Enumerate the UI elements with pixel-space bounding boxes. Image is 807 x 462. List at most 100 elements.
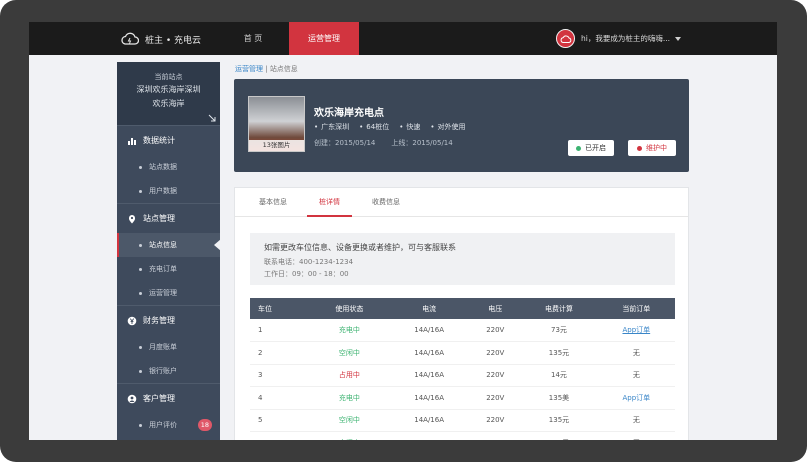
button-label: 已开启 (585, 144, 606, 152)
notice-hours: 工作日：09：00 - 18：00 (264, 270, 349, 278)
cell-order: 无 (632, 371, 640, 380)
station-title: 欢乐海岸充电点 (314, 108, 384, 119)
sidebar-item-label: 用户评价 (149, 421, 177, 429)
cell-voltage: 220V (486, 326, 505, 334)
cell-order: 无 (598, 432, 675, 440)
sidebar-section-station[interactable]: 站点管理 (117, 203, 220, 233)
chevron-down-icon (675, 36, 681, 41)
yen-coin-icon (127, 316, 137, 325)
cell-fee: 135美 (548, 393, 570, 402)
sidebar-section-stats[interactable]: 数据统计 (117, 125, 220, 155)
notice-title: 如需更改车位信息、设备更换或者维护，可与客服联系 (264, 243, 456, 252)
brand-name: 桩主 • 充电云 (145, 35, 202, 46)
sidebar-item-user-reviews[interactable]: 用户评价 18 (117, 413, 220, 437)
cell-order: 无 (632, 348, 640, 357)
sidebar-item-bank-account[interactable]: 银行账户 (117, 359, 220, 383)
cell-status: 占用中 (338, 371, 360, 380)
cell-fee: 73元 (551, 326, 567, 334)
sidebar-item-user-data[interactable]: 用户数据 (117, 179, 220, 203)
status-dot-icon (637, 145, 642, 151)
cell-current: 14A/16A (414, 393, 444, 402)
sidebar-section-title: 数据统计 (143, 136, 175, 145)
cell-voltage: 220V (486, 348, 505, 357)
cell-current: 14A/16A (414, 348, 444, 357)
cell-fee: 135元 (548, 348, 570, 357)
created-date: 创建：2015/05/14 (314, 139, 376, 147)
sidebar: 当前站点 深圳欢乐海岸深圳 欢乐海岸 数据统计 站点数据 用户数据 站点管理 站… (117, 62, 221, 440)
breadcrumb-separator: | (263, 65, 270, 73)
sidebar-item-charge-orders[interactable]: 充电订单 (117, 257, 220, 281)
tag-usage: 对外使用 (430, 122, 465, 132)
station-name-line2: 欢乐海岸 (152, 99, 185, 108)
cell-status: 空闲中 (338, 416, 360, 425)
tab-pile-details[interactable]: 桩详情 (307, 188, 352, 217)
cell-spot: 6 (250, 432, 311, 440)
sidebar-section-title: 客户管理 (143, 394, 175, 403)
cell-fee: 135元 (520, 432, 597, 440)
cell-order: App订单 (598, 319, 675, 342)
table-row: 5 空闲中 14A/16A 220V 135元 无 (250, 409, 675, 432)
station-name-line1: 深圳欢乐海岸深圳 (136, 85, 201, 94)
table-row: 6 空闲中 14A/16A 220V 135元 无 (250, 432, 675, 440)
bar-chart-icon (128, 137, 136, 145)
sidebar-item-monthly-bill[interactable]: 月度账单 (117, 335, 220, 359)
cell-spot: 3 (258, 371, 263, 380)
maintenance-button[interactable]: 维护中 (628, 140, 676, 156)
cell-current: 14A/16A (388, 432, 470, 440)
tag-speed: 快速 (399, 122, 420, 132)
avatar (556, 29, 575, 48)
sidebar-item-station-info[interactable]: 站点信息 (117, 233, 221, 257)
cell-current: 14A/16A (414, 416, 444, 425)
cell-voltage: 220V (486, 393, 505, 402)
sidebar-section-customers[interactable]: 客户管理 (117, 383, 220, 413)
col-fee: 电费计算 (544, 304, 573, 313)
col-status: 使用状态 (335, 304, 364, 313)
tab-basic-info[interactable]: 基本信息 (247, 188, 299, 217)
cloud-logo-icon (560, 34, 571, 43)
table-row: 3 占用中 14A/16A 220V 14元 无 (250, 364, 675, 387)
user-menu[interactable]: hi，我要成为桩主的嗨嗨... (556, 28, 681, 49)
status-dot-icon (576, 145, 581, 151)
tag-location: 广东深圳 (314, 122, 349, 132)
sidebar-item-operations[interactable]: 运营管理 (117, 281, 220, 305)
table-row: 1 充电中 14A/16A 220V 73元 App订单 (250, 319, 675, 342)
cloud-icon (121, 32, 139, 45)
breadcrumb-link[interactable]: 运营管理 (235, 65, 263, 73)
tab-fee-info[interactable]: 收费信息 (360, 188, 412, 217)
breadcrumb-current: 站点信息 (269, 65, 298, 73)
cell-status: 充电中 (338, 326, 360, 334)
cell-fee: 14元 (551, 371, 567, 380)
order-link[interactable]: App订单 (622, 394, 650, 402)
col-spot: 车位 (258, 304, 272, 313)
cell-status: 空闲中 (311, 432, 388, 440)
cell-fee: 135元 (548, 416, 570, 425)
active-indicator (117, 233, 119, 257)
user-name: hi，我要成为桩主的嗨嗨... (581, 34, 670, 43)
brand-logo[interactable]: 桩主 • 充电云 (121, 30, 201, 48)
col-current: 电流 (422, 304, 437, 313)
online-date: 上线：2015/05/14 (391, 139, 453, 147)
breadcrumb: 运营管理 | 站点信息 (235, 64, 298, 74)
cell-status: 充电中 (338, 393, 360, 402)
station-tags: 广东深圳 64桩位 快速 对外使用 (314, 122, 475, 132)
app-screen: 桩主 • 充电云 首 页 运营管理 hi，我要成为桩主的嗨嗨... 当前站点 深… (29, 22, 777, 440)
cell-spot: 5 (258, 416, 263, 425)
pile-table-body: 1 充电中 14A/16A 220V 73元 App订单 2 空闲中 14A/1… (250, 319, 675, 440)
detail-card: 基本信息 桩详情 收费信息 如需更改车位信息、设备更换或者维护，可与客服联系 联… (234, 187, 689, 440)
order-link[interactable]: App订单 (622, 326, 650, 334)
table-header-row: 车位 使用状态 电流 电压 电费计算 当前订单 (250, 298, 675, 319)
sidebar-section-finance[interactable]: 财务管理 (117, 305, 220, 335)
contact-notice: 如需更改车位信息、设备更换或者维护，可与客服联系 联系电话：400-1234-1… (250, 233, 675, 285)
station-label: 当前站点 (154, 73, 183, 81)
button-label: 维护中 (646, 144, 667, 152)
nav-tab-operations[interactable]: 运营管理 (289, 22, 359, 55)
nav-tab-home[interactable]: 首 页 (233, 22, 273, 55)
sidebar-item-label: 站点信息 (149, 241, 177, 249)
cell-voltage: 220V (486, 416, 505, 425)
sidebar-item-station-data[interactable]: 站点数据 (117, 155, 220, 179)
switch-arrow-icon[interactable] (208, 114, 216, 122)
station-photo[interactable]: 13张图片 (248, 96, 305, 152)
open-status-button[interactable]: 已开启 (568, 140, 614, 156)
table-row: 4 充电中 14A/16A 220V 135美 App订单 (250, 387, 675, 409)
cell-spot: 2 (258, 348, 263, 357)
